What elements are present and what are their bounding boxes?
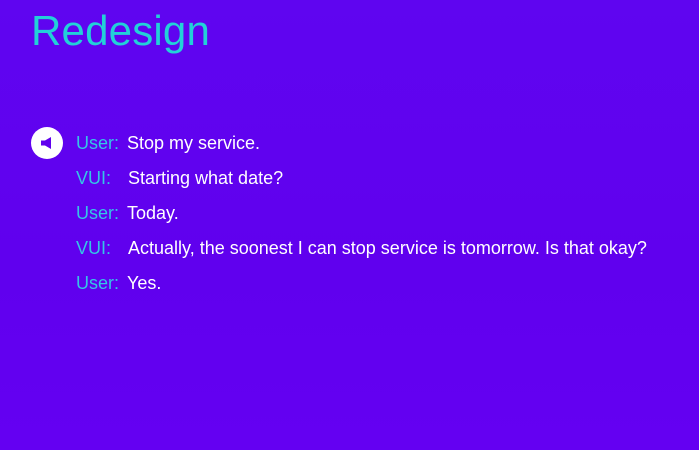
dialog-text: Today. <box>127 203 179 223</box>
dialog-transcript: User: Stop my service. VUI: Starting wha… <box>76 130 686 305</box>
speaker-label: User: <box>76 273 120 293</box>
dialog-text: Starting what date? <box>128 168 284 188</box>
slide-title: Redesign <box>31 7 211 54</box>
dialog-line: VUI: Actually, the soonest I can stop se… <box>76 235 686 270</box>
slide: Redesign User: Stop my service. VUI: Sta… <box>0 0 699 450</box>
dialog-text: Yes. <box>127 273 162 293</box>
speaker-icon[interactable] <box>31 127 63 159</box>
speaker-label: VUI: <box>76 238 112 258</box>
dialog-line: User: Yes. <box>76 270 686 305</box>
dialog-text: Stop my service. <box>127 133 261 153</box>
dialog-line: VUI: Starting what date? <box>76 165 686 200</box>
speaker-label: User: <box>76 203 120 223</box>
dialog-text: Actually, the soonest I can stop service… <box>128 238 647 258</box>
dialog-line: User: Today. <box>76 200 686 235</box>
speaker-label: User: <box>76 133 120 153</box>
dialog-line: User: Stop my service. <box>76 130 686 165</box>
speaker-label: VUI: <box>76 168 112 188</box>
speaker-glyph <box>41 137 51 149</box>
